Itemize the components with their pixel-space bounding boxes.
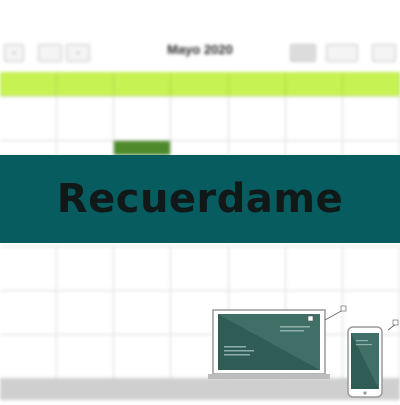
view-day-button[interactable] — [372, 44, 396, 62]
weekday-header-row — [0, 72, 400, 96]
day-cell[interactable] — [343, 247, 400, 291]
week-row — [0, 96, 400, 141]
banner-title: Recuerdame — [56, 176, 344, 222]
day-cell[interactable] — [229, 97, 286, 141]
weekday-header — [57, 72, 115, 96]
day-cell[interactable] — [114, 247, 172, 291]
devices-illustration — [208, 300, 400, 400]
laptop-icon — [208, 309, 330, 379]
day-cell[interactable] — [286, 247, 343, 291]
day-cell[interactable] — [171, 247, 229, 291]
day-cell[interactable] — [0, 291, 58, 335]
smartphone-icon — [347, 326, 383, 398]
devices-svg — [208, 305, 399, 398]
day-cell[interactable] — [229, 247, 286, 291]
weekday-header — [114, 72, 172, 96]
day-cell[interactable] — [343, 97, 400, 141]
day-cell[interactable] — [0, 97, 58, 141]
day-cell[interactable] — [286, 97, 343, 141]
day-cell[interactable] — [114, 97, 172, 141]
weekday-header — [229, 72, 286, 96]
day-cell[interactable] — [171, 97, 229, 141]
week-row — [0, 246, 400, 291]
weekday-header — [286, 72, 343, 96]
weekday-header — [0, 72, 58, 96]
view-week-button[interactable] — [326, 44, 358, 62]
calendar-event[interactable] — [114, 141, 170, 155]
day-cell[interactable] — [0, 247, 58, 291]
title-banner: Recuerdame — [0, 155, 400, 243]
view-month-button[interactable] — [290, 44, 316, 62]
weekday-header — [171, 72, 229, 96]
day-cell[interactable] — [114, 291, 172, 335]
calendar-toolbar: ‹ › Mayo 2020 — [0, 36, 400, 66]
day-cell[interactable] — [57, 335, 115, 379]
day-cell[interactable] — [57, 247, 115, 291]
day-cell[interactable] — [0, 335, 58, 379]
day-cell[interactable] — [57, 291, 115, 335]
weekday-header — [343, 72, 400, 96]
day-cell[interactable] — [57, 97, 115, 141]
day-cell[interactable] — [114, 335, 172, 379]
